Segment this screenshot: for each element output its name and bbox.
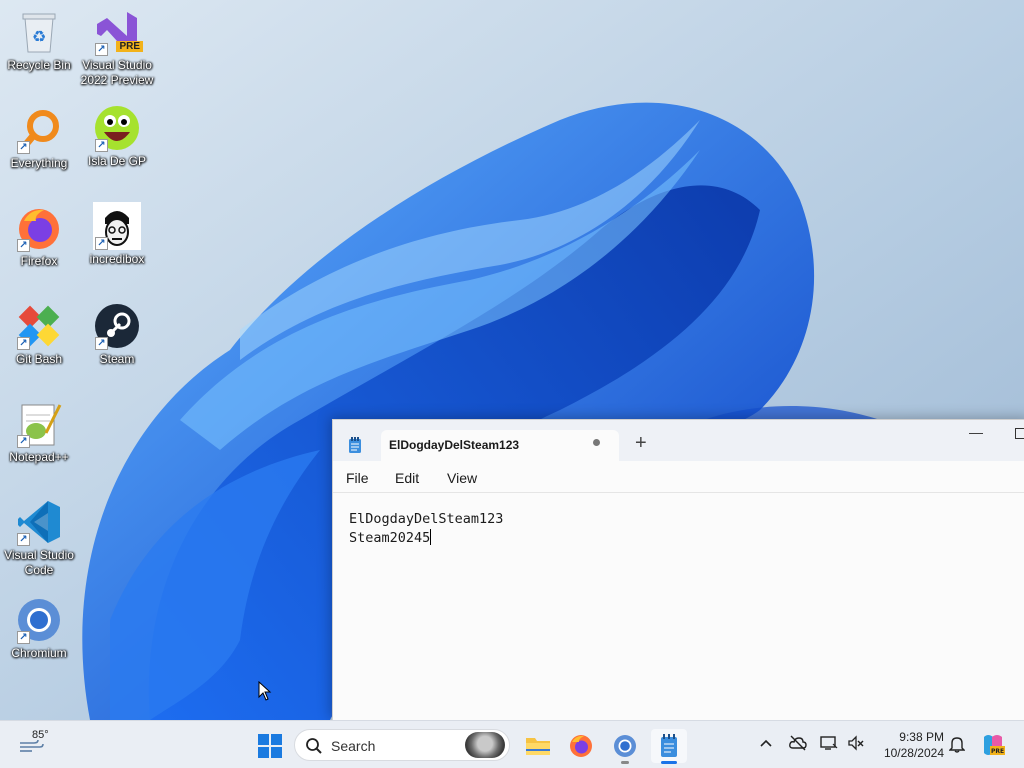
notepad-icon — [661, 734, 677, 757]
notepad-tab[interactable]: ElDogdayDelSteam123 — [349, 430, 619, 461]
network-icon[interactable] — [820, 735, 838, 751]
menu-file[interactable]: File — [346, 470, 369, 486]
copilot-preview-icon[interactable]: PRE — [980, 733, 1006, 757]
desktop-icon-label: Visual Studio 2022 Preview — [80, 58, 154, 87]
desktop-icon-label: Recycle Bin — [7, 58, 71, 72]
shortcut-arrow-icon: ↗ — [95, 139, 108, 152]
shortcut-arrow-icon: ↗ — [17, 533, 30, 546]
shortcut-arrow-icon: ↗ — [17, 141, 30, 154]
notification-bell-icon[interactable] — [949, 735, 965, 753]
desktop-icon-notepad-plus-plus[interactable]: ↗ Notepad++ — [0, 400, 78, 465]
onedrive-offline-icon[interactable] — [789, 735, 807, 751]
shortcut-arrow-icon: ↗ — [95, 337, 108, 350]
desktop-icon-label: Git Bash — [15, 352, 63, 366]
desktop-icon-incredibox[interactable]: ↗ incredibox — [78, 202, 156, 267]
unsaved-indicator-icon[interactable] — [593, 439, 600, 446]
text-caret — [430, 529, 432, 545]
running-indicator — [621, 761, 629, 764]
firefox-icon — [570, 735, 592, 757]
notepad-plus-plus-icon: ↗ — [15, 400, 63, 448]
chromium-icon: ↗ — [15, 596, 63, 644]
desktop-icon-label: Visual Studio Code — [4, 548, 74, 577]
taskbar-firefox-button[interactable] — [563, 729, 599, 763]
desktop-icon-label: Isla De GP — [87, 154, 147, 168]
shortcut-arrow-icon: ↗ — [17, 631, 30, 644]
recycle-bin-icon: ♻ — [15, 8, 63, 56]
svg-text:PRE: PRE — [991, 748, 1004, 755]
notepad-title-bar[interactable]: ElDogdayDelSteam123 + — — [333, 420, 1024, 461]
taskbar-file-explorer-button[interactable] — [520, 729, 556, 763]
visual-studio-code-icon: ↗ — [15, 498, 63, 546]
notepad-menu-bar: File Edit View — [333, 461, 1024, 493]
active-indicator — [661, 761, 677, 764]
preview-badge: PRE — [116, 41, 143, 52]
desktop-icon-label: Everything — [10, 156, 68, 170]
menu-edit[interactable]: Edit — [395, 470, 419, 486]
search-highlight-image[interactable] — [465, 732, 505, 758]
shortcut-arrow-icon: ↗ — [17, 337, 30, 350]
minimize-button[interactable]: — — [969, 424, 983, 440]
chromium-icon — [614, 735, 636, 757]
maximize-button[interactable] — [1015, 428, 1024, 439]
shortcut-arrow-icon: ↗ — [17, 435, 30, 448]
steam-icon: ↗ — [93, 302, 141, 350]
notepad-tab-title: ElDogdayDelSteam123 — [389, 438, 520, 452]
notepad-app-icon — [349, 437, 361, 453]
desktop-icon-label: incredibox — [89, 252, 145, 266]
clock-time[interactable]: 9:38 PM — [876, 730, 944, 744]
windows-start-icon[interactable] — [258, 734, 282, 758]
mouse-cursor-icon — [258, 681, 272, 701]
taskbar: 85° Search 9:38 PM 10/28/2024 PRE — [0, 720, 1024, 768]
git-bash-icon: ↗ — [15, 302, 63, 350]
isla-de-gp-icon: ↗ — [93, 104, 141, 152]
shortcut-arrow-icon: ↗ — [17, 239, 30, 252]
desktop-icon-isla-de-gp[interactable]: ↗ Isla De GP — [78, 104, 156, 169]
notepad-window[interactable]: ElDogdayDelSteam123 + — File Edit View E… — [332, 419, 1024, 720]
desktop-icon-git-bash[interactable]: ↗ Git Bash — [0, 302, 78, 367]
desktop-icon-label: Firefox — [20, 254, 58, 268]
notepad-text-area[interactable]: ElDogdayDelSteam123 Steam20245 — [349, 510, 503, 548]
search-placeholder: Search — [331, 738, 376, 754]
clock-date[interactable]: 10/28/2024 — [876, 746, 944, 760]
desktop-icon-everything[interactable]: ↗ Everything — [0, 106, 78, 171]
menu-view[interactable]: View — [447, 470, 477, 486]
desktop-icon-visual-studio-2022-preview[interactable]: PRE ↗ Visual Studio 2022 Preview — [78, 8, 156, 88]
taskbar-notepad-button[interactable] — [651, 729, 687, 764]
desktop-icon-chromium[interactable]: ↗ Chromium — [0, 596, 78, 661]
shortcut-arrow-icon: ↗ — [95, 43, 108, 56]
text-line-2: Steam20245 — [349, 530, 431, 546]
svg-text:♻: ♻ — [32, 29, 46, 46]
firefox-icon: ↗ — [15, 204, 63, 252]
desktop-icon-recycle-bin[interactable]: ♻ Recycle Bin — [0, 8, 78, 73]
everything-icon: ↗ — [15, 106, 63, 154]
file-explorer-icon — [526, 738, 550, 755]
shortcut-arrow-icon: ↗ — [95, 237, 108, 250]
chevron-up-icon[interactable] — [760, 739, 772, 747]
desktop-icon-visual-studio-code[interactable]: ↗ Visual Studio Code — [0, 498, 78, 578]
desktop-icon-label: Steam — [99, 352, 135, 366]
taskbar-chromium-button[interactable] — [607, 729, 643, 764]
desktop-icon-label: Chromium — [11, 646, 67, 660]
desktop-icon-label: Notepad++ — [9, 450, 69, 464]
desktop-icon-firefox[interactable]: ↗ Firefox — [0, 204, 78, 269]
desktop-icon-steam[interactable]: ↗ Steam — [78, 302, 156, 367]
taskbar-search-box[interactable]: Search — [294, 729, 510, 761]
weather-wind-icon[interactable] — [18, 739, 44, 753]
volume-muted-icon[interactable] — [847, 735, 865, 751]
incredibox-icon: ↗ — [93, 202, 141, 250]
text-line-1: ElDogdayDelSteam123 — [349, 511, 504, 527]
new-tab-button[interactable]: + — [635, 433, 647, 453]
search-icon — [306, 738, 322, 754]
visual-studio-preview-icon: PRE ↗ — [93, 8, 143, 56]
